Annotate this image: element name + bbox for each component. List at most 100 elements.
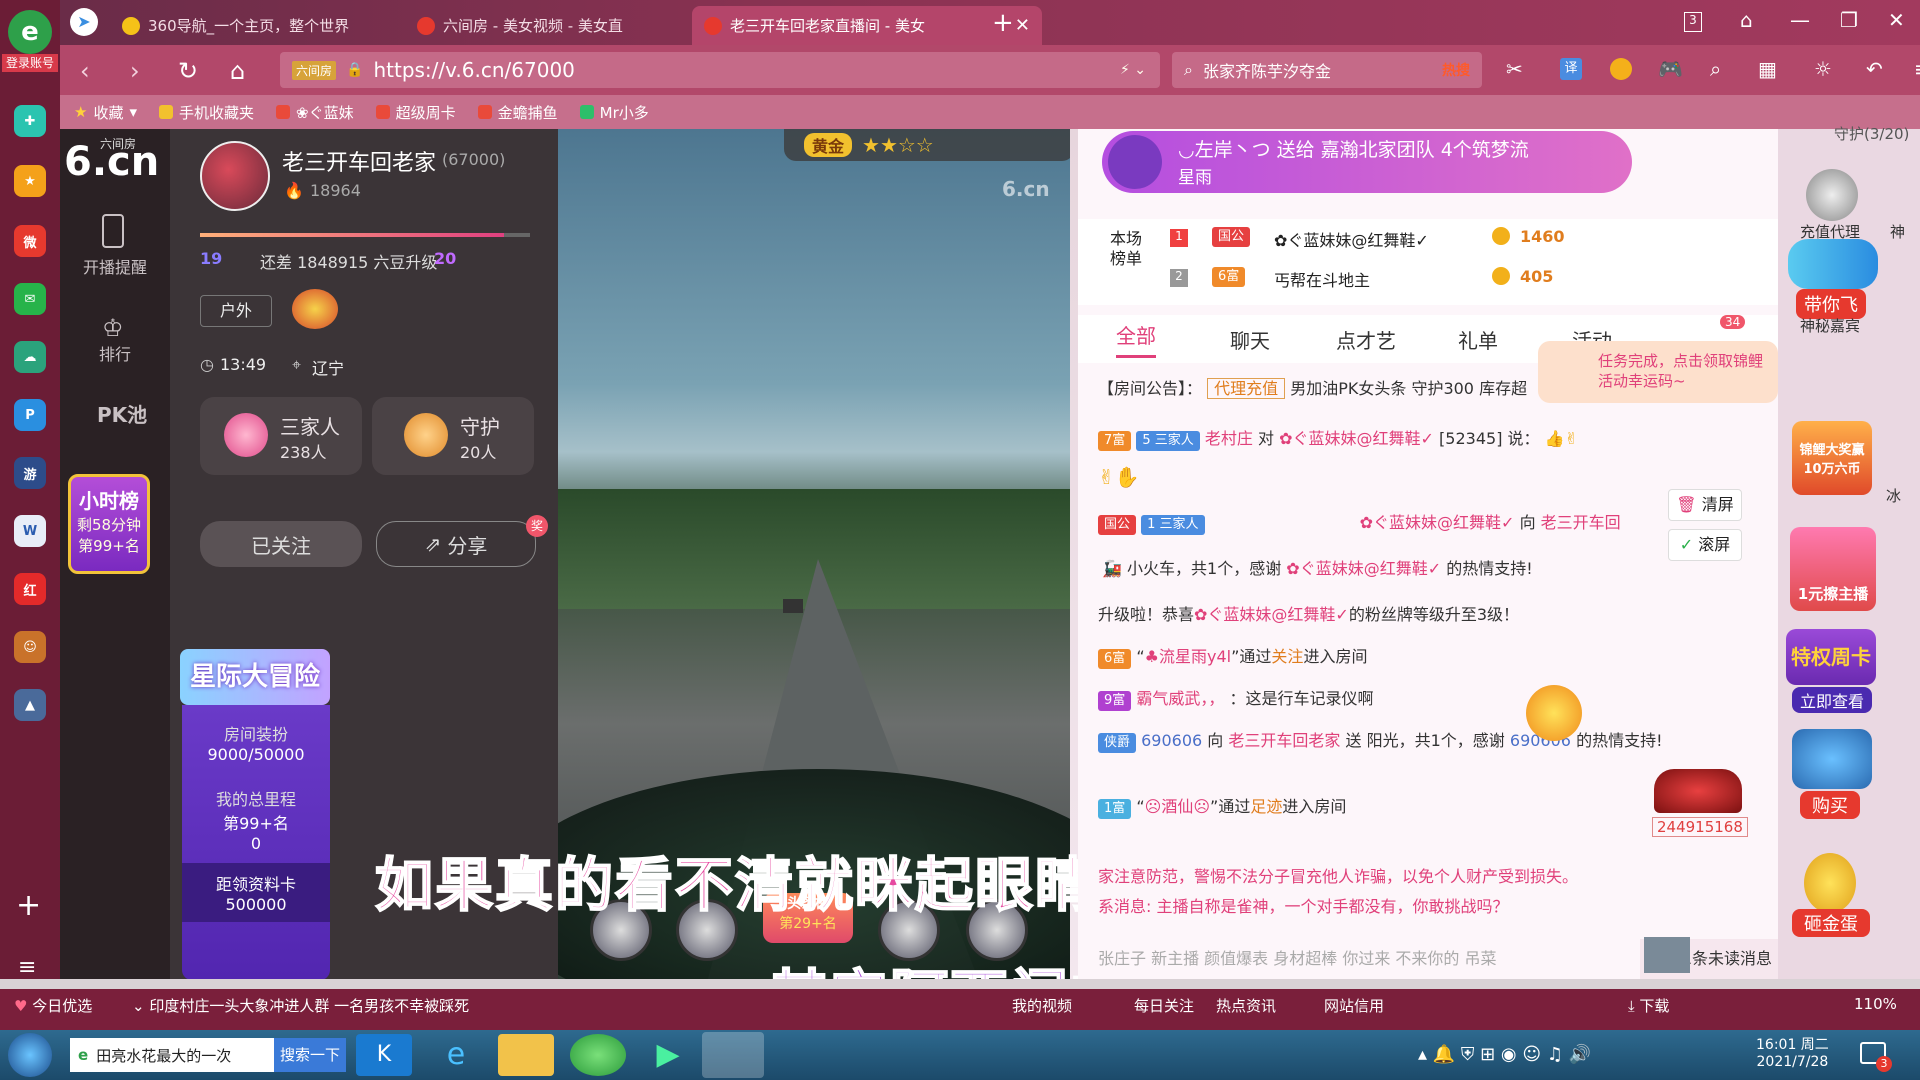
k-app-icon[interactable]: K bbox=[356, 1034, 412, 1076]
category-tag[interactable]: 户外 bbox=[200, 295, 272, 327]
minimize-icon[interactable]: — bbox=[1790, 8, 1810, 32]
chat-user[interactable]: ✿ぐ蓝妹妹@红舞鞋✓ bbox=[1360, 513, 1515, 532]
p-app-icon[interactable]: P bbox=[14, 399, 46, 431]
buy-button[interactable]: 购买 bbox=[1800, 791, 1860, 819]
daily-follow[interactable]: 每日关注 bbox=[1134, 995, 1194, 1016]
tab-gifts[interactable]: 礼单 bbox=[1458, 325, 1498, 354]
site-logo[interactable]: 6.cn bbox=[64, 139, 159, 185]
smash-egg-button[interactable]: 砸金蛋 bbox=[1792, 909, 1870, 937]
bookmark-mrxiaoduo[interactable]: Mr小多 bbox=[579, 102, 649, 123]
bookmark-weekcard[interactable]: 超级周卡 bbox=[375, 102, 456, 123]
nav-live-alert[interactable]: 开播提醒 bbox=[60, 254, 170, 278]
task-tip[interactable]: 任务完成，点击领取锦鲤活动幸运码~ bbox=[1538, 341, 1778, 403]
gift-banner[interactable]: ◡左岸丶つ 送给 嘉瀚北家团队 4个筑梦流 星雨 bbox=[1102, 131, 1632, 193]
coin-icon[interactable] bbox=[1610, 58, 1632, 80]
bookmark-mobile[interactable]: 手机收藏夹 bbox=[159, 102, 254, 123]
scroll-screen-button[interactable]: ✓ 滚屏 bbox=[1668, 529, 1742, 561]
mascot-app-icon[interactable]: ☺ bbox=[14, 631, 46, 663]
tab-live-room[interactable]: 老三开车回老家直播间 - 美女 ✕ bbox=[692, 6, 1042, 45]
address-bar[interactable]: 六间房 🔒 https://v.6.cn/67000 ⚡ ⌄ bbox=[280, 52, 1160, 88]
bookmark-fishing[interactable]: 金蟾捕鱼 bbox=[477, 102, 558, 123]
share-button[interactable]: ⇗ 分享 bbox=[376, 521, 536, 567]
avatar[interactable] bbox=[200, 141, 270, 211]
shirt-icon[interactable]: ⌂ bbox=[1740, 8, 1753, 32]
player-icon[interactable]: ▶ bbox=[640, 1034, 696, 1076]
guard-avatar[interactable] bbox=[1806, 169, 1858, 221]
active-app-icon[interactable] bbox=[702, 1032, 764, 1078]
rank-badge[interactable]: 黄金 ★★☆☆ bbox=[784, 129, 1070, 161]
undo-icon[interactable]: ↶ bbox=[1866, 57, 1883, 81]
grid-icon[interactable]: ▦ bbox=[1758, 57, 1777, 81]
gamepad-icon[interactable]: 🎮 bbox=[1658, 57, 1683, 81]
download[interactable]: ⤓ 下载 bbox=[1628, 995, 1669, 1016]
search-button[interactable]: 搜索一下 bbox=[274, 1038, 346, 1072]
koi-promo[interactable]: 锦鲤大奖赢10万六币 bbox=[1792, 421, 1872, 495]
adventure-title[interactable]: 星际大冒险 bbox=[180, 649, 330, 705]
menu-list-icon[interactable]: ≡ bbox=[18, 955, 36, 980]
news-ticker[interactable]: ⌄ 印度村庄一头大象冲进人群 一名男孩不幸被踩死 bbox=[132, 995, 469, 1016]
magnifier-icon[interactable]: ⌕ bbox=[1710, 57, 1721, 81]
cloud-icon[interactable]: ☁ bbox=[14, 341, 46, 373]
scissors-icon[interactable]: ✂ bbox=[1506, 57, 1523, 81]
home-icon[interactable]: ⌂ bbox=[230, 57, 245, 85]
start-button[interactable] bbox=[8, 1033, 52, 1077]
guard-card[interactable]: 守护 20人 bbox=[372, 397, 534, 475]
site-credit[interactable]: 网站信用 bbox=[1324, 995, 1384, 1016]
video-app-icon[interactable]: 红 bbox=[14, 573, 46, 605]
search-widget[interactable]: e 田亮水花最大的一次 bbox=[70, 1038, 274, 1072]
forward-icon[interactable]: › bbox=[130, 57, 140, 85]
tray-icons[interactable]: ▴ 🔔 ⛨ ⊞ ◉ ☺ ♫ 🔊 bbox=[1418, 1044, 1591, 1065]
restore-icon[interactable]: ❐ bbox=[1840, 8, 1858, 32]
browser-logo-icon[interactable]: e bbox=[8, 10, 52, 54]
add-app-icon[interactable]: + bbox=[16, 888, 41, 923]
one-yuan-promo[interactable]: 1元擦主播 bbox=[1790, 527, 1876, 611]
privilege-weekcard[interactable]: 特权周卡 bbox=[1786, 629, 1876, 685]
mail-icon[interactable]: ✉ bbox=[14, 283, 46, 315]
rank-user[interactable]: ✿ぐ蓝妹妹@红舞鞋✓ bbox=[1274, 227, 1429, 251]
brightness-icon[interactable]: ☼ bbox=[1814, 57, 1832, 81]
360-browser-icon[interactable] bbox=[570, 1034, 626, 1076]
weibo-icon[interactable]: 微 bbox=[14, 225, 46, 257]
chat-user[interactable]: 老村庄 bbox=[1205, 429, 1253, 448]
translate-icon[interactable]: 译 bbox=[1560, 58, 1582, 80]
plus-app-icon[interactable]: ✚ bbox=[14, 105, 46, 137]
plane-icon[interactable] bbox=[1788, 239, 1878, 289]
nav-rank[interactable]: 排行 bbox=[60, 341, 170, 365]
rank-user[interactable]: 丐帮在斗地主 bbox=[1274, 267, 1370, 291]
doc-app-icon[interactable]: W bbox=[14, 515, 46, 547]
star-app-icon[interactable]: ★ bbox=[14, 165, 46, 197]
hour-rank-card[interactable]: 小时榜 剩58分钟 第99+名 bbox=[68, 474, 150, 574]
my-video[interactable]: 我的视频 bbox=[1012, 995, 1072, 1016]
family-card[interactable]: 三家人 238人 bbox=[200, 397, 362, 475]
bookmark-favorites[interactable]: ★ 收藏 ▾ bbox=[74, 102, 137, 123]
tab-chat[interactable]: 聊天 bbox=[1230, 325, 1270, 354]
today-picks[interactable]: ♥ 今日优选 bbox=[14, 995, 92, 1016]
adventure-panel[interactable]: 房间装扮 9000/50000 我的总里程 第99+名 0 距领资料卡 5000… bbox=[182, 705, 330, 980]
bookmark-lanmei[interactable]: ❀ぐ蓝妹 bbox=[276, 102, 354, 123]
tab-360[interactable]: 360导航_一个主页，整个世界 bbox=[110, 6, 430, 45]
follow-button[interactable]: 已关注 bbox=[200, 521, 362, 567]
hot-search-label[interactable]: 热搜 bbox=[1442, 60, 1470, 80]
menu-icon[interactable]: ≡ bbox=[1914, 57, 1920, 81]
horizontal-scrollbar[interactable] bbox=[0, 979, 1920, 989]
search-box[interactable]: ⌕ 张家齐陈芋汐夺金 热搜 bbox=[1172, 52, 1482, 88]
nav-pk[interactable]: PK池 bbox=[75, 399, 155, 428]
close-tab-icon[interactable]: ✕ bbox=[1015, 15, 1030, 36]
new-tab-button[interactable]: + bbox=[992, 8, 1014, 38]
ie-icon[interactable]: e bbox=[428, 1034, 484, 1076]
view-now-button[interactable]: 立即查看 bbox=[1792, 687, 1873, 713]
tab-talent[interactable]: 点才艺 bbox=[1336, 325, 1396, 354]
notice-tag[interactable]: 代理充值 bbox=[1207, 378, 1286, 399]
clock[interactable]: 16:01 周二 2021/7/28 bbox=[1756, 1034, 1829, 1070]
game-app-icon[interactable]: 游 bbox=[14, 457, 46, 489]
back-icon[interactable]: ‹ bbox=[80, 57, 90, 85]
login-button[interactable]: 登录账号 bbox=[2, 54, 58, 72]
hot-news[interactable]: 热点资讯 bbox=[1216, 995, 1276, 1016]
tab-all[interactable]: 全部 bbox=[1116, 320, 1156, 358]
tab-count[interactable]: 3 bbox=[1684, 12, 1702, 32]
chat-target[interactable]: ✿ぐ蓝妹妹@红舞鞋✓ bbox=[1279, 429, 1434, 448]
reload-icon[interactable]: ↻ bbox=[178, 57, 198, 85]
castle-app-icon[interactable]: ▲ bbox=[14, 689, 46, 721]
address-actions-icon[interactable]: ⚡ ⌄ bbox=[1120, 62, 1146, 78]
send-icon[interactable]: ➤ bbox=[70, 8, 98, 36]
